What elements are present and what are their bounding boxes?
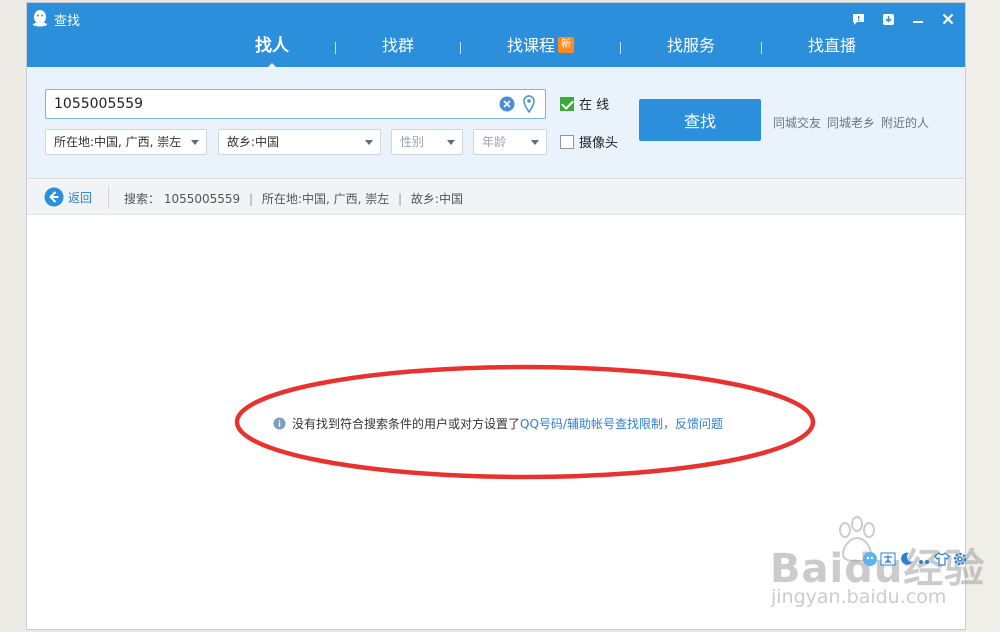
search-input[interactable] bbox=[46, 90, 486, 118]
online-label: 在 线 bbox=[579, 98, 610, 113]
tab-separator bbox=[761, 42, 763, 54]
online-checkbox-row[interactable]: 在 线 bbox=[560, 94, 609, 113]
gender-select[interactable]: 性别 bbox=[391, 129, 463, 155]
breadcrumb-divider bbox=[108, 186, 109, 209]
gender-placeholder: 性别 bbox=[400, 135, 425, 149]
category-tabs: 找人 找群 找课程新 找服务 找直播 bbox=[237, 29, 874, 70]
summary-separator: | bbox=[398, 192, 403, 206]
chevron-down-icon bbox=[365, 140, 373, 145]
tab-separator bbox=[460, 42, 462, 54]
minimize-icon bbox=[913, 21, 923, 23]
skin-button[interactable] bbox=[875, 7, 901, 31]
hometown-value: 故乡:中国 bbox=[227, 135, 280, 149]
search-summary: 搜索： 1055005559 | 所在地:中国, 广西, 崇左 | 故乡:中国 bbox=[124, 190, 463, 207]
chevron-down-icon bbox=[447, 140, 455, 145]
moon-icon[interactable] bbox=[898, 551, 914, 567]
tab-label: 找服务 bbox=[667, 36, 716, 55]
age-placeholder: 年龄 bbox=[482, 135, 507, 149]
new-badge: 新 bbox=[558, 37, 575, 53]
gear-icon[interactable] bbox=[952, 551, 968, 567]
title-bar: 查找 找人 找群 找课程 新 找服务 找直播 bbox=[27, 3, 965, 70]
download-box-icon bbox=[882, 13, 894, 25]
taskbar-tray bbox=[862, 551, 968, 567]
tab-find-service[interactable]: 找服务 bbox=[649, 32, 733, 64]
chevron-down-icon bbox=[531, 140, 539, 145]
tab-find-live[interactable]: 找直播 bbox=[790, 32, 874, 64]
search-summary-hometown: 故乡:中国 bbox=[410, 192, 463, 206]
search-summary-location: 所在地:中国, 广西, 崇左 bbox=[261, 192, 390, 206]
window-controls bbox=[845, 7, 961, 31]
find-window: 查找 找人 找群 找课程 新 找服务 找直播 1055005559 所在地:中国… bbox=[26, 2, 966, 630]
shirt-icon[interactable] bbox=[934, 551, 950, 567]
summary-separator: | bbox=[249, 192, 254, 206]
tab-find-course[interactable]: 找课程新 bbox=[489, 32, 592, 64]
search-limit-link[interactable]: QQ号码/辅助帐号查找限制 bbox=[520, 415, 663, 432]
no-results-text: 没有找到符合搜索条件的用户或对方设置了 bbox=[292, 417, 521, 431]
find-button[interactable]: 查找 bbox=[639, 99, 761, 141]
location-select[interactable]: 所在地:中国, 广西, 崇左 bbox=[45, 129, 207, 155]
close-icon bbox=[942, 13, 954, 25]
minimize-button[interactable] bbox=[905, 7, 931, 31]
search-summary-query: 1055005559 bbox=[163, 192, 241, 206]
link-separator: ， bbox=[662, 417, 675, 431]
camera-checkbox[interactable] bbox=[560, 134, 574, 149]
tab-label: 找群 bbox=[382, 36, 415, 55]
search-box bbox=[45, 89, 546, 119]
chevron-down-icon bbox=[191, 140, 199, 145]
back-label: 返回 bbox=[68, 190, 93, 205]
tab-label: 找直播 bbox=[808, 36, 857, 55]
close-button[interactable] bbox=[935, 7, 961, 31]
back-button[interactable]: 返回 bbox=[44, 187, 92, 207]
input-method-icon[interactable] bbox=[880, 551, 896, 567]
camera-label: 摄像头 bbox=[579, 136, 619, 151]
tab-separator bbox=[620, 42, 622, 54]
location-pin-icon[interactable] bbox=[523, 95, 535, 113]
tab-label: 找课程 bbox=[507, 36, 556, 55]
quick-link-same-city[interactable]: 同城交友 bbox=[773, 114, 821, 131]
desktop-background bbox=[0, 0, 26, 632]
search-summary-prefix: 搜索： bbox=[124, 192, 161, 206]
quick-links: 同城交友 同城老乡 附近的人 bbox=[773, 114, 929, 131]
feedback-link[interactable]: 反馈问题 bbox=[675, 415, 723, 432]
hometown-select[interactable]: 故乡:中国 bbox=[218, 129, 381, 155]
tab-label: 找人 bbox=[255, 36, 289, 56]
quick-link-hometown[interactable]: 同城老乡 bbox=[827, 114, 875, 131]
message-box-button[interactable] bbox=[845, 7, 871, 31]
search-panel: 所在地:中国, 广西, 崇左 故乡:中国 性别 年龄 在 线 摄像头 查找 同城… bbox=[27, 67, 965, 179]
punctuation-icon[interactable] bbox=[916, 551, 932, 567]
quick-link-nearby[interactable]: 附近的人 bbox=[881, 114, 929, 131]
no-results-message: 没有找到符合搜索条件的用户或对方设置了 QQ号码/辅助帐号查找限制 ， 反馈问题 bbox=[273, 415, 723, 432]
feedback-icon bbox=[852, 13, 864, 25]
window-title: 查找 bbox=[54, 14, 81, 29]
clear-icon[interactable] bbox=[499, 96, 515, 112]
mascot-icon[interactable] bbox=[862, 551, 878, 567]
camera-checkbox-row[interactable]: 摄像头 bbox=[560, 132, 618, 151]
location-value: 所在地:中国, 广西, 崇左 bbox=[54, 135, 182, 149]
tab-find-group[interactable]: 找群 bbox=[364, 32, 432, 64]
tab-find-people[interactable]: 找人 bbox=[237, 32, 307, 70]
results-area: 没有找到符合搜索条件的用户或对方设置了 QQ号码/辅助帐号查找限制 ， 反馈问题 bbox=[27, 216, 965, 629]
online-checkbox[interactable] bbox=[560, 96, 574, 111]
qq-penguin-icon bbox=[33, 10, 47, 27]
breadcrumb: 返回 搜索： 1055005559 | 所在地:中国, 广西, 崇左 | 故乡:… bbox=[27, 180, 965, 215]
back-arrow-icon bbox=[44, 187, 64, 207]
desktop-background-right bbox=[966, 0, 1000, 632]
age-select[interactable]: 年龄 bbox=[473, 129, 547, 155]
tab-separator bbox=[335, 42, 336, 54]
info-icon bbox=[273, 417, 286, 430]
